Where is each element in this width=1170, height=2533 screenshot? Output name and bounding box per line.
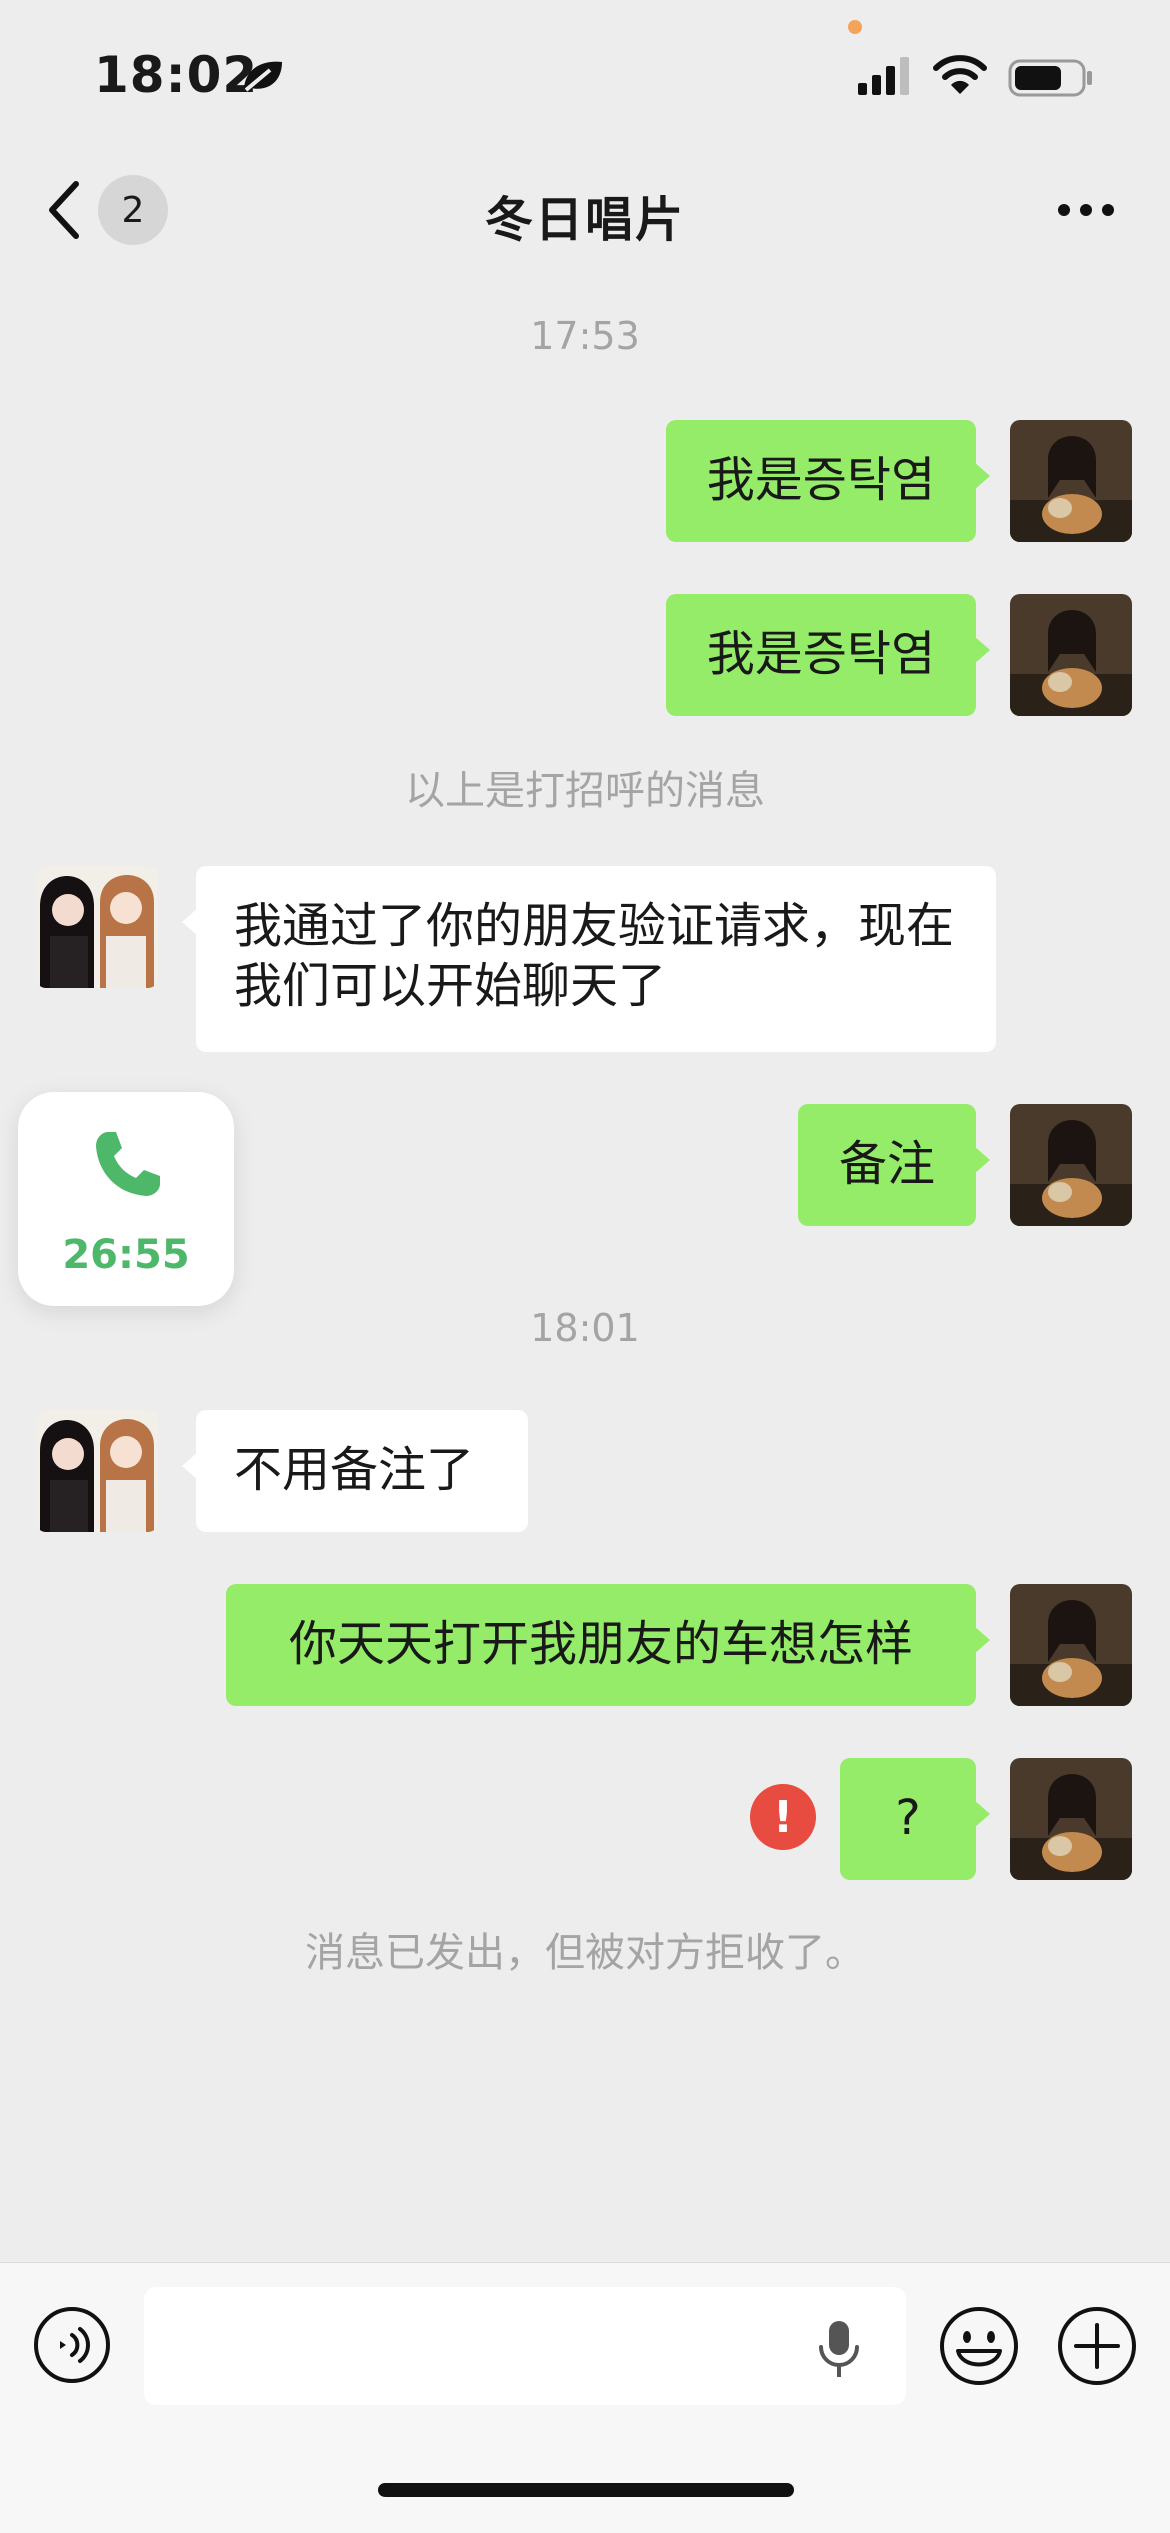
call-duration: 26:55 <box>62 1232 190 1278</box>
message-bubble-received[interactable]: 不用备注了 <box>182 1410 528 1532</box>
chat-header: 2 冬日唱片 <box>0 150 1170 270</box>
message-timestamp: 17:53 <box>530 314 640 358</box>
home-indicator[interactable] <box>378 2483 794 2497</box>
message-bubble-sent[interactable]: ? <box>840 1758 990 1880</box>
cellular-signal-icon <box>858 57 909 95</box>
message-bubble-sent[interactable]: 你天天打开我朋友的车想怎样 <box>226 1584 990 1706</box>
my-avatar-image <box>1010 594 1132 716</box>
contact-avatar-image <box>36 1410 158 1532</box>
ongoing-call-floating-card[interactable]: 26:55 <box>18 1092 234 1306</box>
message-input[interactable] <box>144 2287 906 2405</box>
my-avatar-image <box>1010 1104 1132 1226</box>
my-avatar[interactable] <box>1010 1584 1132 1706</box>
message-bubble-sent[interactable]: 我是증탁염 <box>666 594 990 716</box>
phone-icon <box>96 1132 160 1196</box>
focus-leaf-icon <box>244 61 282 92</box>
camera-indicator-dot <box>848 20 862 34</box>
my-avatar[interactable] <box>1010 1104 1132 1226</box>
message-timestamp: 18:01 <box>530 1306 640 1350</box>
my-avatar-image <box>1010 420 1132 542</box>
send-failed-error-icon[interactable]: ! <box>750 1784 816 1850</box>
emoji-icon[interactable] <box>938 2305 1020 2387</box>
my-avatar[interactable] <box>1010 420 1132 542</box>
rejected-system-note: 消息已发出，但被对方拒收了。 <box>305 1930 865 1976</box>
status-bar: 18:02 <box>0 0 1170 140</box>
message-bubble-received[interactable]: 我通过了你的朋友验证请求，现在我们可以开始聊天了 <box>182 866 996 1052</box>
add-more-icon[interactable] <box>1056 2305 1138 2387</box>
wifi-icon <box>933 55 987 94</box>
greeting-system-note: 以上是打招呼的消息 <box>405 768 765 814</box>
my-avatar[interactable] <box>1010 1758 1132 1880</box>
message-bubble-sent[interactable]: 备注 <box>798 1104 990 1226</box>
my-avatar-image <box>1010 1758 1132 1880</box>
chat-title: 冬日唱片 <box>484 192 685 248</box>
battery-icon <box>1008 59 1092 97</box>
contact-avatar-image <box>36 866 158 988</box>
contact-avatar[interactable] <box>36 1410 158 1532</box>
my-avatar-image <box>1010 1584 1132 1706</box>
input-toolbar <box>0 2262 1170 2533</box>
message-bubble-sent[interactable]: 我是증탁염 <box>666 420 990 542</box>
microphone-icon[interactable] <box>816 2317 862 2381</box>
my-avatar[interactable] <box>1010 594 1132 716</box>
voice-input-toggle-icon[interactable] <box>32 2305 112 2385</box>
more-options-icon[interactable] <box>1056 202 1116 218</box>
status-time: 18:02 <box>94 46 259 104</box>
contact-avatar[interactable] <box>36 866 158 988</box>
